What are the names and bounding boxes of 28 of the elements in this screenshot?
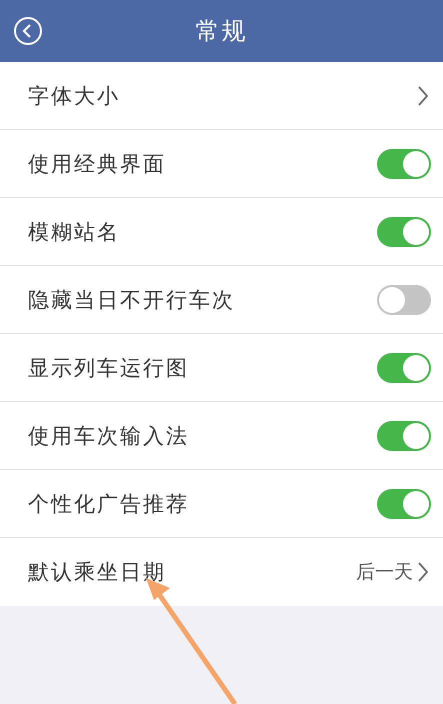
setting-value: 后一天 — [356, 560, 413, 585]
setting-label: 显示列车运行图 — [28, 354, 190, 382]
settings-row[interactable]: 使用车次输入法 — [0, 402, 443, 470]
settings-row[interactable]: 使用经典界面 — [0, 130, 443, 198]
toggle-switch[interactable] — [377, 352, 431, 382]
settings-row[interactable]: 个性化广告推荐 — [0, 470, 443, 538]
settings-row[interactable]: 模糊站名 — [0, 198, 443, 266]
chevron-icon — [417, 561, 429, 583]
setting-label: 使用经典界面 — [28, 150, 167, 178]
toggle-switch[interactable] — [377, 488, 431, 518]
setting-label: 使用车次输入法 — [28, 422, 190, 450]
settings-row[interactable]: 显示列车运行图 — [0, 334, 443, 402]
setting-label: 字体大小 — [28, 82, 121, 110]
setting-label: 模糊站名 — [28, 218, 121, 246]
settings-row[interactable]: 字体大小 — [0, 62, 443, 130]
setting-label: 个性化广告推荐 — [28, 490, 190, 518]
toggle-switch[interactable] — [377, 148, 431, 178]
settings-row[interactable]: 默认乘坐日期 后一天 — [0, 538, 443, 606]
back-icon — [13, 16, 43, 46]
toggle-switch[interactable] — [377, 420, 431, 450]
settings-row[interactable]: 隐藏当日不开行车次 — [0, 266, 443, 334]
back-button[interactable] — [12, 15, 44, 47]
page-title: 常规 — [196, 16, 248, 47]
toggle-switch[interactable] — [377, 216, 431, 246]
toggle-switch[interactable] — [377, 284, 431, 314]
chevron-icon — [417, 84, 429, 106]
setting-label: 隐藏当日不开行车次 — [28, 286, 236, 314]
setting-label: 默认乘坐日期 — [28, 559, 167, 586]
